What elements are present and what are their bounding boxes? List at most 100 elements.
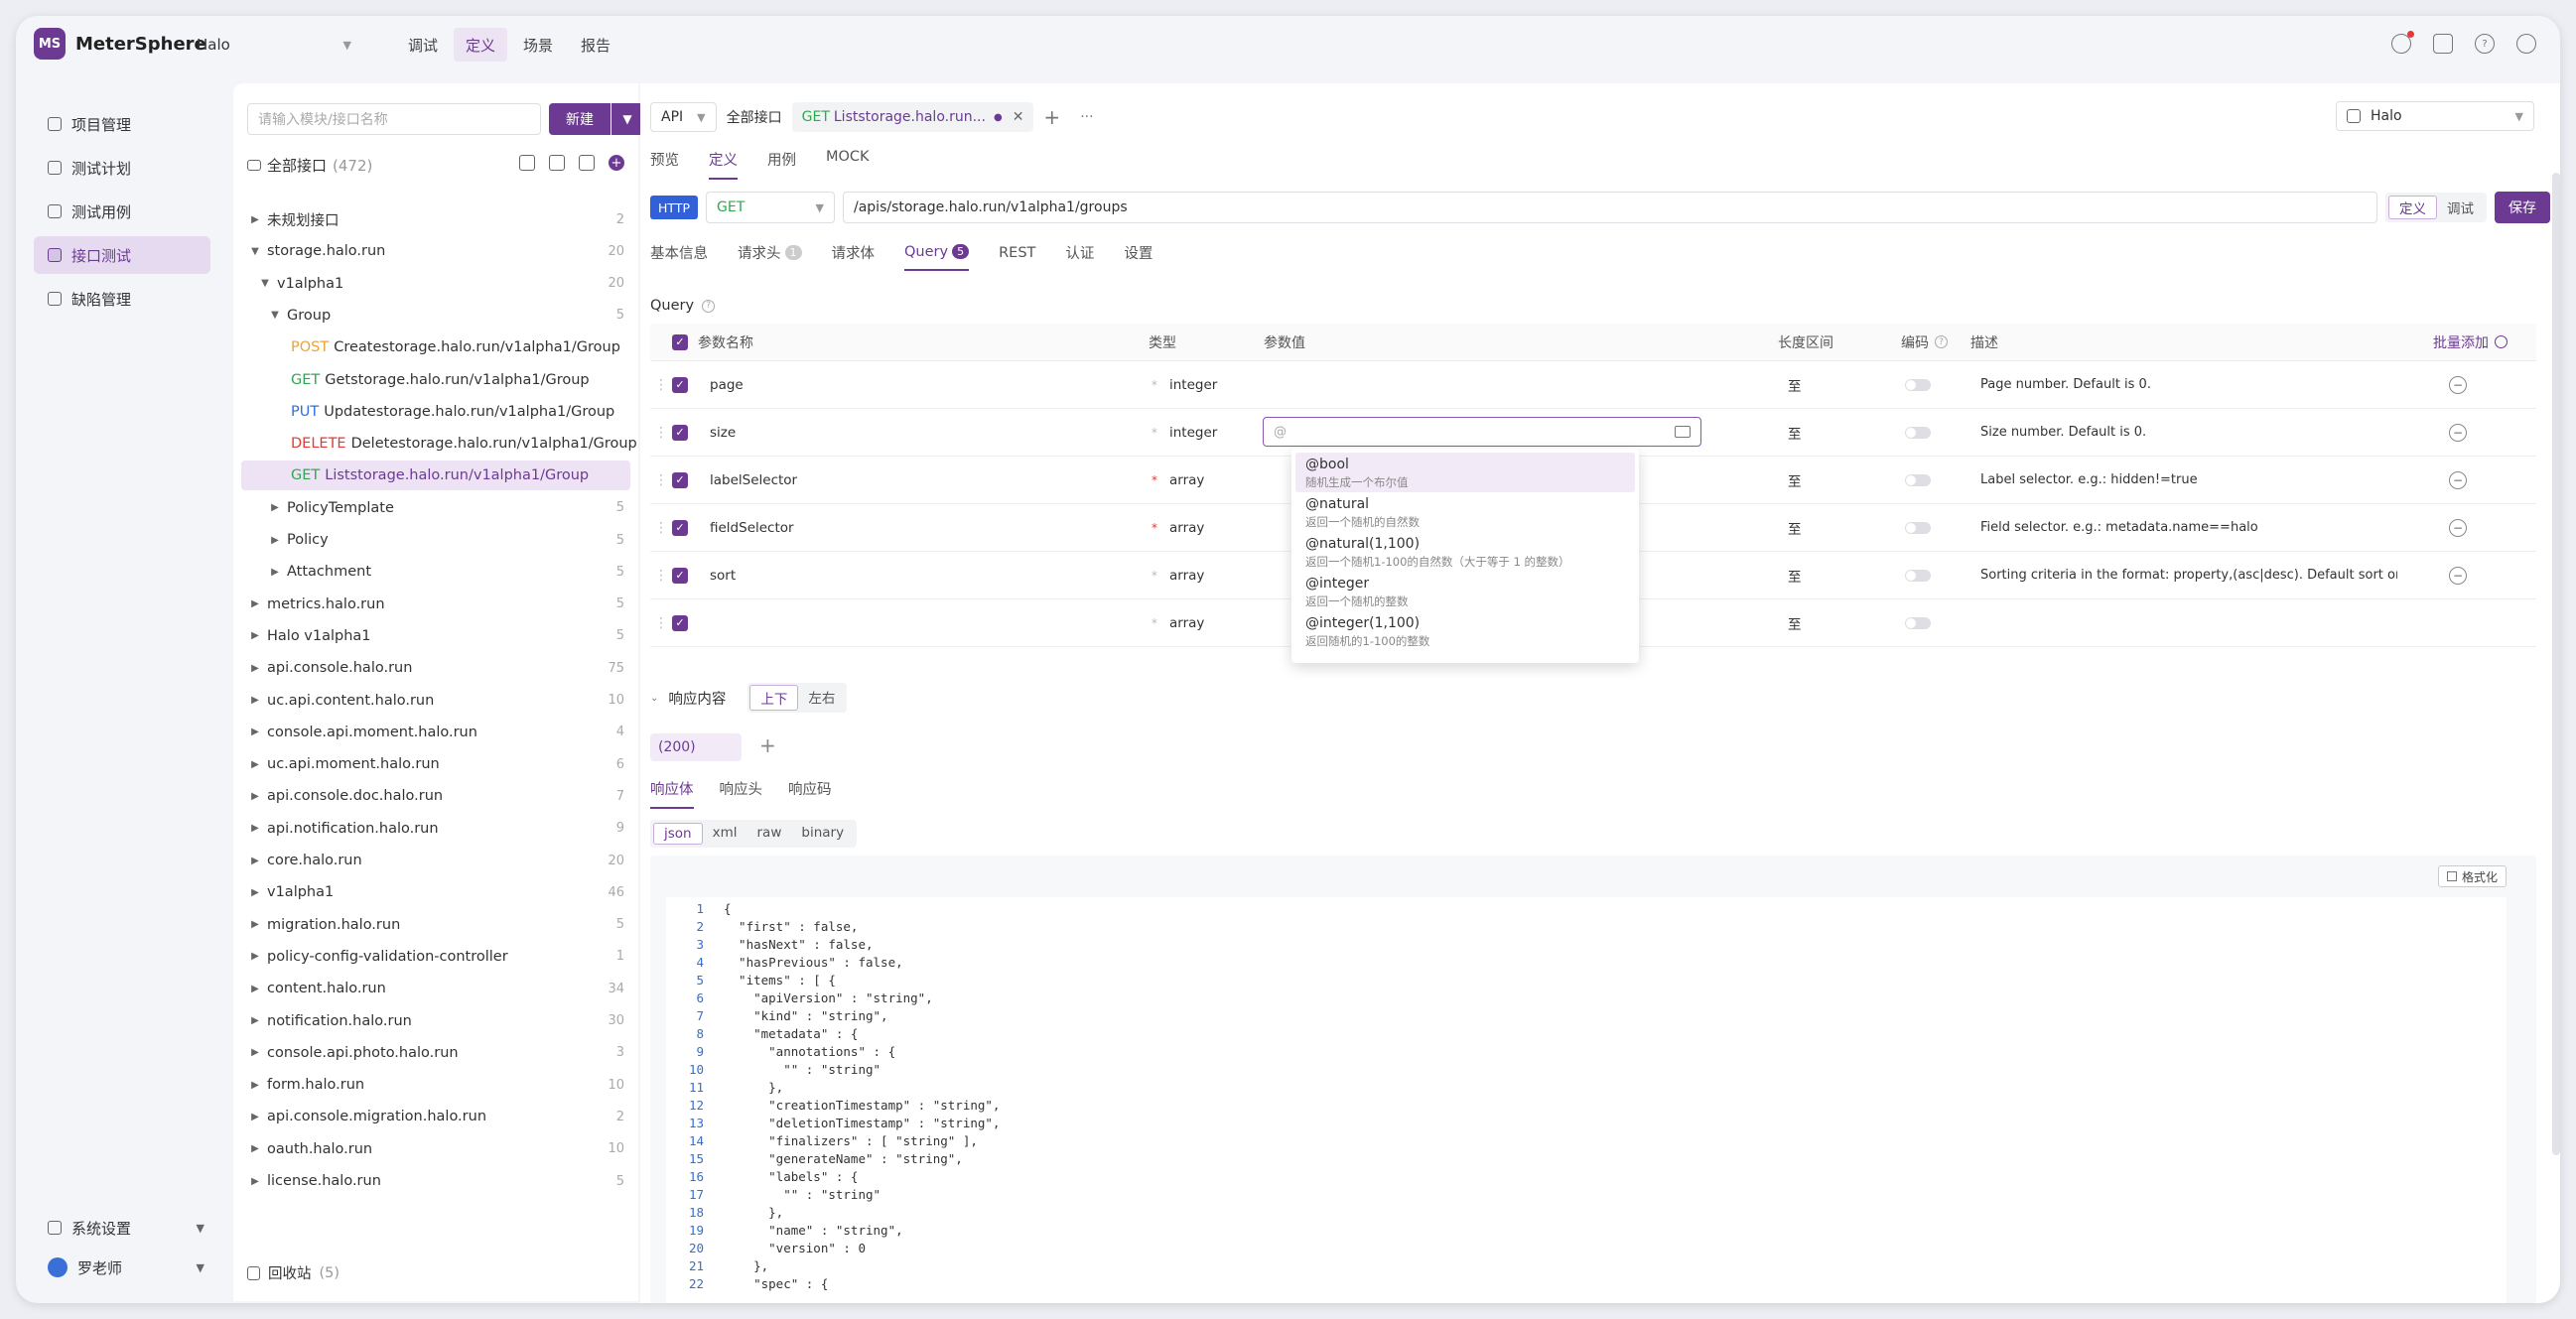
add-response-button[interactable]: + — [759, 733, 776, 757]
mock-icon[interactable] — [1675, 426, 1691, 438]
param-desc[interactable]: Page number. Default is 0. — [1980, 361, 2397, 408]
remove-row-icon[interactable]: − — [2449, 470, 2467, 489]
param-name[interactable]: fieldSelector — [710, 504, 794, 551]
system-settings[interactable]: 系统设置 ▼ — [34, 1211, 210, 1245]
tab-request-4[interactable]: REST — [999, 242, 1035, 271]
tab-response-headers[interactable]: 响应头 — [720, 778, 763, 809]
param-desc[interactable] — [1980, 599, 2397, 646]
tree-module-item[interactable]: ▶ core.halo.run 20 — [241, 846, 630, 875]
tree-api-item[interactable]: GET Liststorage.halo.run/v1alpha1/Group — [241, 461, 630, 491]
user-menu[interactable]: 罗老师 ▼ — [34, 1251, 210, 1284]
caret-right-icon[interactable]: ▶ — [267, 502, 283, 513]
tab-request-6[interactable]: 设置 — [1124, 242, 1152, 271]
tab-all-apis[interactable]: 全部接口 — [717, 102, 792, 132]
tree-module-item[interactable]: ▶ metrics.halo.run 5 — [241, 590, 630, 619]
param-name[interactable]: sort — [710, 552, 736, 598]
param-type[interactable]: array — [1169, 568, 1204, 584]
remove-row-icon[interactable]: − — [2449, 375, 2467, 394]
nav-report[interactable]: 报告 — [569, 28, 622, 62]
encode-toggle[interactable] — [1905, 426, 1931, 439]
caret-right-icon[interactable]: ▶ — [247, 1015, 263, 1026]
save-button[interactable]: 保存 — [2495, 192, 2550, 223]
required-mark[interactable]: * — [1152, 521, 1157, 535]
param-desc[interactable]: Size number. Default is 0. — [1980, 409, 2397, 456]
tree-module-item[interactable]: ▶ notification.halo.run 30 — [241, 1006, 630, 1036]
tree-api-item[interactable]: GET Getstorage.halo.run/v1alpha1/Group — [241, 365, 630, 395]
required-mark[interactable]: * — [1152, 378, 1157, 392]
nav-definition[interactable]: 定义 — [454, 28, 508, 62]
eye-off-icon[interactable] — [519, 155, 535, 171]
task-center-icon[interactable] — [2433, 34, 2453, 54]
tree-module-item[interactable]: ▶ form.halo.run 10 — [241, 1070, 630, 1100]
protocol-badge[interactable]: HTTP — [650, 196, 698, 219]
tab-preview[interactable]: 预览 — [650, 149, 679, 180]
tree-module-item[interactable]: ▼ storage.halo.run 20 — [241, 236, 630, 266]
add-tab-button[interactable]: + — [1033, 102, 1070, 132]
code-area[interactable]: 1 {2 "first" : false, 3 "hasNext" : false,… — [666, 897, 2507, 1303]
remove-row-icon[interactable]: − — [2449, 423, 2467, 442]
encode-toggle[interactable] — [1905, 378, 1931, 391]
tab-request-3[interactable]: Query 5 — [904, 242, 970, 271]
tree-module-item[interactable]: ▶ api.console.halo.run 75 — [241, 653, 630, 683]
caret-right-icon[interactable]: ▶ — [247, 695, 263, 706]
caret-right-icon[interactable]: ▶ — [247, 1176, 263, 1187]
caret-right-icon[interactable]: ▶ — [247, 1143, 263, 1154]
row-checkbox[interactable]: ✓ — [672, 519, 688, 536]
param-desc[interactable]: Field selector. e.g.: metadata.name==hal… — [1980, 504, 2397, 551]
row-checkbox[interactable]: ✓ — [672, 424, 688, 441]
logo[interactable]: MS MeterSphere — [34, 28, 206, 60]
caret-right-icon[interactable]: ▶ — [267, 535, 283, 546]
storage-icon[interactable] — [549, 155, 565, 171]
tree-module-item[interactable]: ▶ Attachment 5 — [241, 557, 630, 587]
method-select[interactable]: GET ▼ — [706, 192, 835, 223]
caret-down-icon[interactable]: ▼ — [257, 278, 273, 289]
encode-toggle[interactable] — [1905, 569, 1931, 582]
encode-toggle[interactable] — [1905, 521, 1931, 534]
suggestion-item[interactable]: @integer(1,100) 返回随机的1-100的整数 — [1295, 611, 1635, 651]
tree-module-item[interactable]: ▶ api.notification.halo.run 9 — [241, 814, 630, 844]
tab-mock[interactable]: MOCK — [826, 149, 870, 180]
param-desc[interactable]: Sorting criteria in the format: property… — [1980, 552, 2397, 598]
row-checkbox[interactable]: ✓ — [672, 567, 688, 584]
tree-module-item[interactable]: ▶ policy-config-validation-controller 1 — [241, 942, 630, 972]
caret-right-icon[interactable]: ▶ — [247, 759, 263, 770]
format-button[interactable]: 格式化 — [2437, 865, 2507, 887]
nav-scenario[interactable]: 场景 — [511, 28, 565, 62]
caret-down-icon[interactable]: ▼ — [267, 310, 283, 321]
tree-module-item[interactable]: ▶ v1alpha1 46 — [241, 877, 630, 907]
encode-toggle[interactable] — [1905, 616, 1931, 629]
caret-right-icon[interactable]: ▶ — [247, 1112, 263, 1122]
tree-module-item[interactable]: ▶ console.api.moment.halo.run 4 — [241, 718, 630, 747]
caret-right-icon[interactable]: ▶ — [247, 823, 263, 834]
caret-right-icon[interactable]: ▶ — [247, 1080, 263, 1091]
mode-definition[interactable]: 定义 — [2388, 196, 2437, 219]
tree-module-item[interactable]: ▶ PolicyTemplate 5 — [241, 493, 630, 523]
tab-request-5[interactable]: 认证 — [1065, 242, 1094, 271]
tree-module-item[interactable]: ▼ v1alpha1 20 — [241, 269, 630, 299]
tree-api-item[interactable]: PUT Updatestorage.halo.run/v1alpha1/Group — [241, 397, 630, 427]
sidebar-item-test-case[interactable]: 测试用例 — [34, 193, 210, 230]
module-search-input[interactable]: 请输入模块/接口名称 — [247, 103, 541, 135]
tab-open-api[interactable]: GET Liststorage.halo.run... ● ✕ — [791, 102, 1034, 132]
caret-right-icon[interactable]: ▶ — [247, 214, 263, 225]
type-select[interactable]: API ▼ — [650, 102, 717, 132]
param-value-input[interactable]: @ — [1263, 417, 1701, 447]
tab-request-1[interactable]: 请求头 1 — [738, 242, 802, 271]
tab-request-2[interactable]: 请求体 — [832, 242, 876, 271]
all-apis-title[interactable]: 全部接口 (472) — [247, 155, 372, 176]
caret-right-icon[interactable]: ▶ — [247, 630, 263, 641]
caret-right-icon[interactable]: ▶ — [247, 726, 263, 737]
select-all-checkbox[interactable]: ✓ — [672, 324, 688, 360]
param-type[interactable]: integer — [1169, 377, 1217, 393]
required-mark[interactable]: * — [1152, 569, 1157, 583]
tree-module-item[interactable]: ▶ oauth.halo.run 10 — [241, 1134, 630, 1164]
tree-api-item[interactable]: POST Createstorage.halo.run/v1alpha1/Grou… — [241, 332, 630, 362]
param-type[interactable]: array — [1169, 615, 1204, 631]
nav-debug[interactable]: 调试 — [396, 28, 450, 62]
tab-response-code[interactable]: 响应码 — [788, 778, 832, 809]
suggestion-item[interactable]: @integer 返回一个随机的整数 — [1295, 572, 1635, 611]
batch-add-button[interactable]: 批量添加 — [2433, 324, 2508, 360]
sidebar-item-test-plan[interactable]: 测试计划 — [34, 149, 210, 187]
more-icon[interactable]: ··· — [1070, 102, 1103, 132]
caret-right-icon[interactable]: ▶ — [247, 598, 263, 609]
